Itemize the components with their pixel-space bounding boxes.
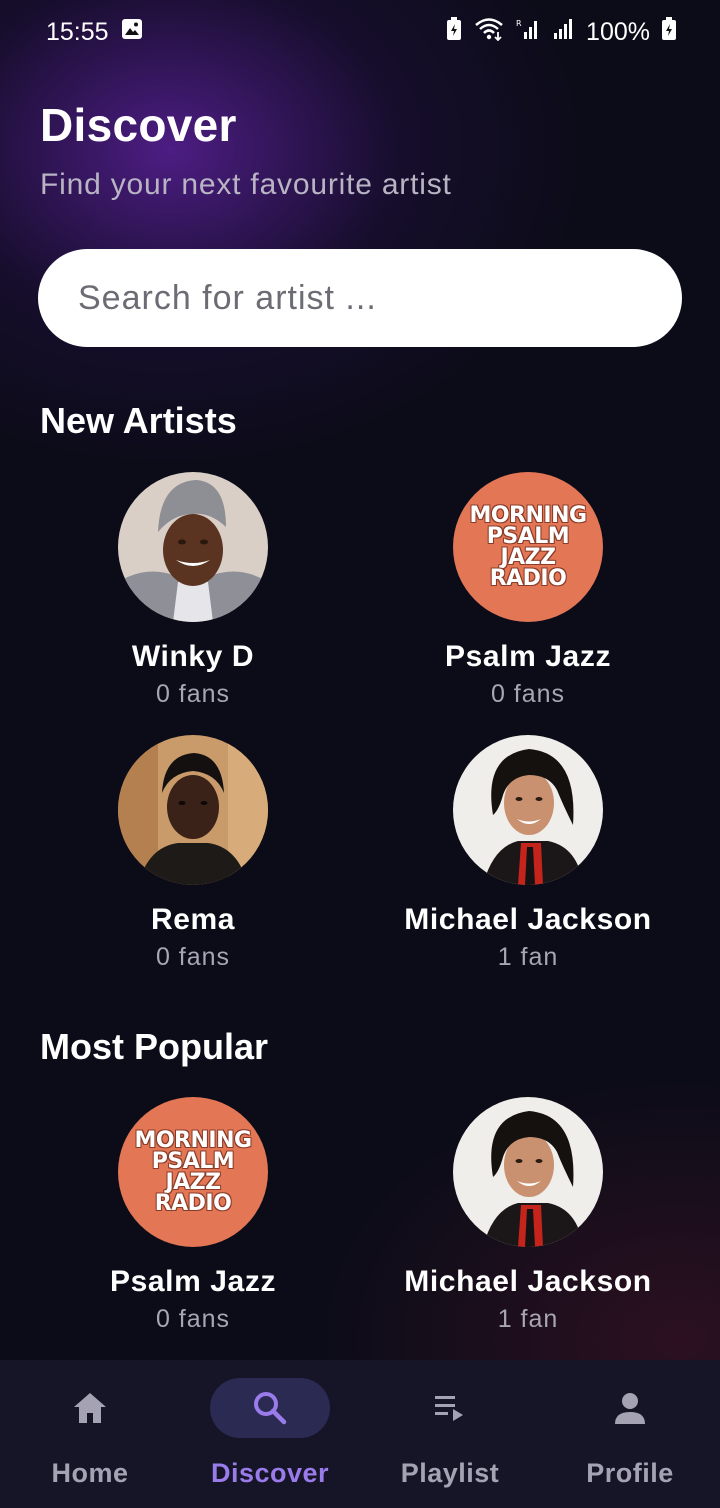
artist-card-psalm-jazz[interactable]: MORNING PSALM JAZZ RADIO Psalm Jazz 0 fa…: [43, 1097, 343, 1334]
artist-name: Psalm Jazz: [109, 1265, 277, 1298]
logo-text: JAZZ: [500, 545, 556, 570]
status-bar: 15:55 R 100%: [0, 0, 720, 64]
person-icon: [610, 1390, 650, 1426]
artist-name: Psalm Jazz: [444, 640, 612, 673]
status-left: 15:55: [46, 18, 143, 47]
battery-percent: 100%: [586, 17, 650, 46]
logo-text: JAZZ: [165, 1170, 221, 1195]
nav-item-playlist[interactable]: Playlist: [360, 1360, 540, 1508]
signal-icon: [552, 18, 574, 47]
artist-avatar: [453, 735, 603, 885]
wifi-icon: [474, 17, 504, 48]
artist-name: Michael Jackson: [404, 1265, 652, 1298]
artist-card-winky-d[interactable]: Winky D 0 fans: [43, 472, 343, 709]
logo-text: PSALM: [486, 524, 570, 549]
signal-icon: R: [516, 18, 540, 47]
nav-label: Home: [51, 1458, 129, 1488]
nav-label: Profile: [586, 1458, 674, 1488]
data-saver-icon: [446, 16, 462, 48]
artist-card-michael-jackson[interactable]: Michael Jackson 1 fan: [378, 735, 678, 972]
page-header: Discover Find your next favourite artist: [40, 98, 452, 202]
artist-avatar: MORNING PSALM JAZZ RADIO: [118, 1097, 268, 1247]
artist-fans: 1 fan: [497, 1305, 559, 1333]
logo-text: MORNING: [134, 1128, 252, 1153]
artist-avatar: [118, 735, 268, 885]
playlist-icon: [430, 1390, 470, 1426]
artist-name: Rema: [150, 903, 236, 936]
artist-avatar: [118, 472, 268, 622]
status-time: 15:55: [46, 17, 109, 46]
bottom-nav: Home Discover Playlist Profile: [0, 1360, 720, 1508]
nav-item-profile[interactable]: Profile: [540, 1360, 720, 1508]
gallery-icon: [121, 18, 143, 47]
artist-card-psalm-jazz[interactable]: MORNING PSALM JAZZ RADIO Psalm Jazz 0 fa…: [378, 472, 678, 709]
search-bar[interactable]: [38, 249, 682, 347]
artist-card-michael-jackson[interactable]: Michael Jackson 1 fan: [378, 1097, 678, 1334]
section-title-most-popular: Most Popular: [40, 1026, 269, 1067]
artist-fans: 0 fans: [490, 680, 566, 708]
artist-card-rema[interactable]: Rema 0 fans: [43, 735, 343, 972]
nav-label: Playlist: [400, 1458, 500, 1488]
search-input[interactable]: [78, 278, 638, 318]
nav-item-discover[interactable]: Discover: [180, 1360, 360, 1508]
artist-name: Winky D: [131, 640, 255, 673]
page-subtitle: Find your next favourite artist: [40, 168, 452, 201]
artist-fans: 0 fans: [155, 1305, 231, 1333]
artist-avatar: [453, 1097, 603, 1247]
logo-text: RADIO: [154, 1191, 232, 1216]
logo-text: PSALM: [151, 1149, 235, 1174]
page-title: Discover: [40, 99, 237, 151]
nav-item-home[interactable]: Home: [0, 1360, 180, 1508]
artist-fans: 0 fans: [155, 943, 231, 971]
battery-charging-icon: [662, 16, 676, 48]
logo-text: RADIO: [489, 566, 567, 591]
search-icon: [250, 1390, 290, 1426]
home-icon: [70, 1390, 110, 1426]
nav-label: Discover: [210, 1458, 330, 1488]
artist-avatar: MORNING PSALM JAZZ RADIO: [453, 472, 603, 622]
status-right: R 100%: [446, 16, 676, 48]
artist-fans: 1 fan: [497, 943, 559, 971]
logo-text: MORNING: [469, 503, 587, 528]
artist-name: Michael Jackson: [404, 903, 652, 936]
svg-text:R: R: [516, 19, 522, 28]
artist-fans: 0 fans: [155, 680, 231, 708]
section-title-new-artists: New Artists: [40, 400, 237, 441]
